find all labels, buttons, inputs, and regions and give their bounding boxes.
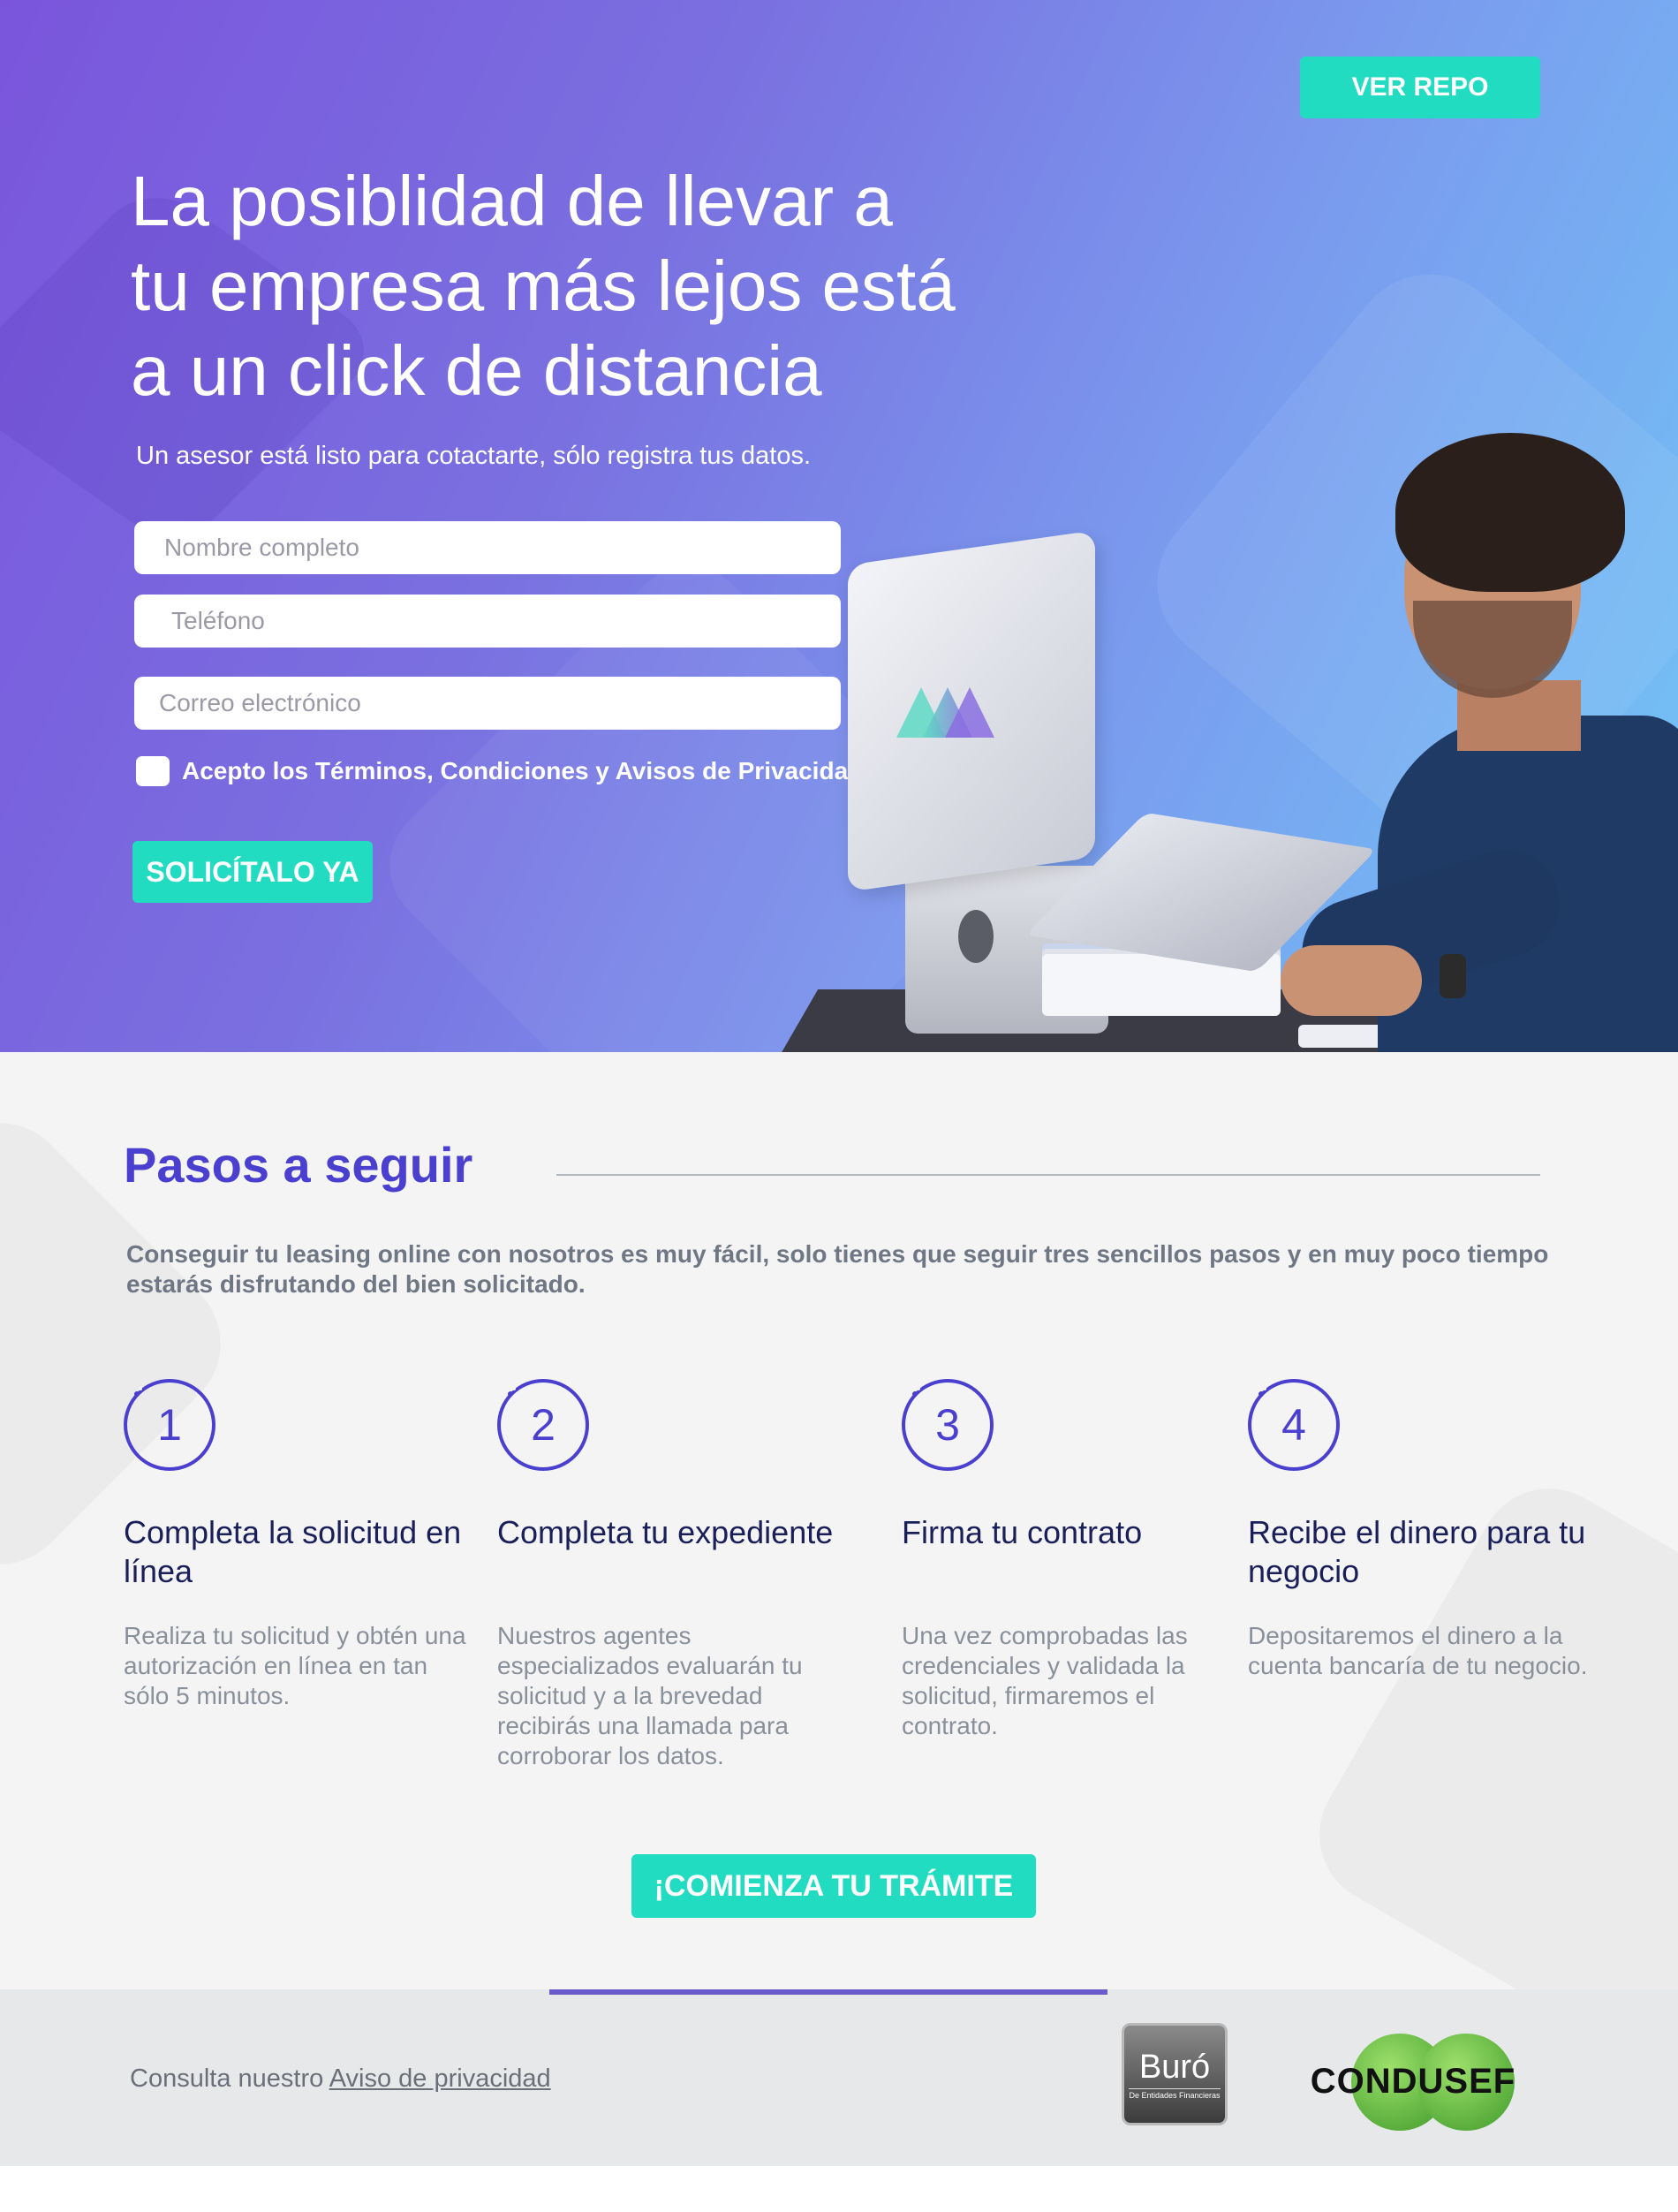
buro-logo-subtext: De Entidades Financieras: [1129, 2087, 1221, 2100]
person-hair: [1395, 433, 1625, 592]
laptop-stand-hole: [958, 910, 994, 963]
footer: Consulta nuestro Aviso de privacidad Bur…: [0, 1989, 1678, 2166]
condusef-logo-text: CONDUSEF: [1310, 2062, 1516, 2101]
step-description: Una vez comprobadas las credenciales y v…: [902, 1622, 1188, 1739]
step-title: Completa la solicitud en línea: [124, 1514, 462, 1589]
steps-section: Pasos a seguir Conseguir tu leasing onli…: [0, 1052, 1678, 1989]
headline-line: a un click de distancia: [131, 331, 822, 410]
section-title: Pasos a seguir: [124, 1137, 473, 1193]
step-item: 1 Completa la solicitud en línea Realiza…: [124, 1379, 477, 1711]
start-process-button[interactable]: ¡COMIENZA TU TRÁMITE: [631, 1854, 1036, 1918]
buro-logo: Buró De Entidades Financieras: [1122, 2023, 1228, 2125]
condusef-logo: CONDUSEF: [1289, 2034, 1537, 2131]
phone-input[interactable]: [134, 595, 841, 648]
step-title: Completa tu expediente: [497, 1514, 834, 1550]
landing-page: VER REPO La posiblidad de llevar a tu em…: [0, 0, 1678, 2212]
email-input[interactable]: [134, 677, 841, 730]
terms-checkbox[interactable]: [136, 756, 170, 786]
hero-illustration: [777, 415, 1678, 1052]
brand-logo-icon: [896, 687, 994, 738]
hero-section: VER REPO La posiblidad de llevar a tu em…: [0, 0, 1678, 1052]
step-description: Depositaremos el dinero a la cuenta banc…: [1248, 1622, 1588, 1679]
terms-row: Acepto los Términos, Condiciones y Aviso…: [136, 756, 863, 786]
name-input[interactable]: [134, 521, 841, 574]
privacy-prefix: Consulta nuestro: [130, 2064, 329, 2093]
page-bottom-margin: [0, 2166, 1678, 2212]
step-description: Realiza tu solicitud y obtén una autoriz…: [124, 1622, 466, 1709]
hero-subline: Un asesor está listo para cotactarte, só…: [136, 442, 812, 470]
step-title: Firma tu contrato: [902, 1514, 1143, 1550]
step-item: 4 Recibe el dinero para tu negocio Depos…: [1248, 1379, 1601, 1681]
divider: [556, 1174, 1540, 1176]
step-number-circle: 2: [497, 1379, 589, 1471]
submit-button[interactable]: SOLICÍTALO YA: [132, 841, 373, 903]
person-photo: [1281, 415, 1678, 1052]
watch-icon: [1440, 954, 1466, 998]
person-hand: [1281, 945, 1422, 1016]
step-title: Recibe el dinero para tu negocio: [1248, 1514, 1586, 1589]
step-description: Nuestros agentes especializados evaluará…: [497, 1622, 803, 1769]
headline-line: La posiblidad de llevar a: [131, 162, 893, 240]
footer-accent-bar: [549, 1989, 1107, 1995]
step-number-circle: 1: [124, 1379, 215, 1471]
hero-headline: La posiblidad de llevar a tu empresa más…: [131, 159, 1058, 413]
step-item: 2 Completa tu expediente Nuestros agente…: [497, 1379, 850, 1771]
headline-line: tu empresa más lejos está: [131, 246, 956, 325]
section-intro: Conseguir tu leasing online con nosotros…: [126, 1240, 1549, 1298]
privacy-notice: Consulta nuestro Aviso de privacidad: [130, 2064, 551, 2094]
step-item: 3 Firma tu contrato Una vez comprobadas …: [902, 1379, 1255, 1741]
step-number-circle: 3: [902, 1379, 994, 1471]
privacy-link[interactable]: Aviso de privacidad: [329, 2064, 551, 2093]
buro-logo-text: Buró: [1138, 2048, 1211, 2086]
step-number-circle: 4: [1248, 1379, 1340, 1471]
terms-label[interactable]: Acepto los Términos, Condiciones y Aviso…: [182, 757, 863, 785]
view-repo-button[interactable]: VER REPO: [1300, 57, 1540, 118]
